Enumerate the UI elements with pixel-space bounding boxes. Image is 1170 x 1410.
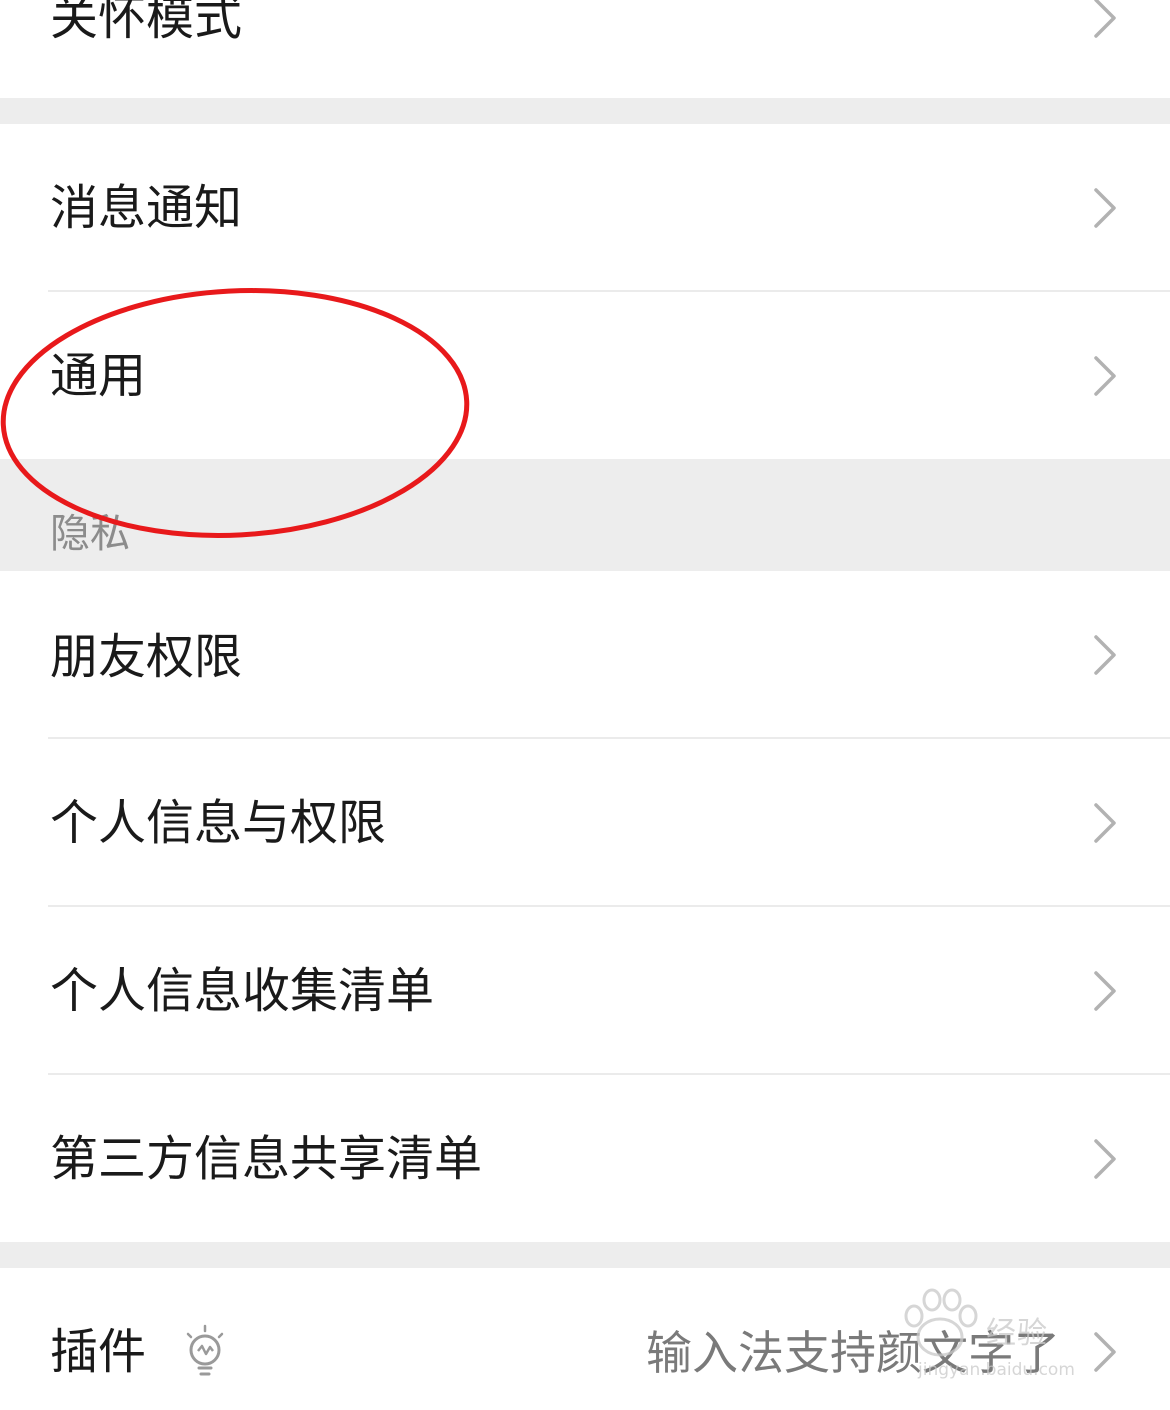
settings-row-care-mode[interactable]: 关怀模式 <box>0 0 1170 98</box>
privacy-section-header-area: 隐私 <box>0 459 1170 571</box>
chevron-right-icon <box>1090 801 1120 845</box>
settings-row-general[interactable]: 通用 <box>0 292 1170 459</box>
plugin-update-text: 输入法支持颜文字了 <box>646 1326 1060 1380</box>
settings-row-third-party-sharing[interactable]: 第三方信息共享清单 <box>0 1075 1170 1242</box>
chevron-right-icon <box>1090 969 1120 1013</box>
settings-row-notifications[interactable]: 消息通知 <box>0 124 1170 292</box>
chevron-right-icon <box>1090 1330 1120 1374</box>
chevron-right-icon <box>1090 633 1120 677</box>
chevron-right-icon <box>1090 1137 1120 1181</box>
settings-row-label: 个人信息收集清单 <box>50 963 435 1019</box>
settings-row-friend-permissions[interactable]: 朋友权限 <box>0 571 1170 738</box>
settings-row-label: 个人信息与权限 <box>50 795 387 851</box>
settings-row-label: 第三方信息共享清单 <box>50 1131 483 1187</box>
chevron-right-icon <box>1090 186 1120 230</box>
settings-screen: 关怀模式 消息通知 通用 隐私 朋友权限 个人信息与权限 个人信息收集清单 第三… <box>0 0 1170 1410</box>
settings-row-label: 插件 <box>50 1324 147 1380</box>
settings-row-plugins[interactable]: 插件 输入法支持颜文字了 <box>0 1268 1170 1410</box>
chevron-right-icon <box>1090 0 1120 40</box>
settings-row-personal-info-collection[interactable]: 个人信息收集清单 <box>0 907 1170 1074</box>
settings-row-label: 消息通知 <box>50 180 243 236</box>
settings-row-label: 朋友权限 <box>50 629 243 685</box>
section-gap <box>0 98 1170 124</box>
section-gap <box>0 1242 1170 1268</box>
chevron-right-icon <box>1090 354 1120 398</box>
settings-row-label: 通用 <box>50 348 147 404</box>
lightbulb-icon <box>182 1324 228 1376</box>
settings-row-label: 关怀模式 <box>50 0 243 46</box>
section-header-privacy: 隐私 <box>50 511 130 557</box>
settings-row-personal-info-permissions[interactable]: 个人信息与权限 <box>0 739 1170 906</box>
